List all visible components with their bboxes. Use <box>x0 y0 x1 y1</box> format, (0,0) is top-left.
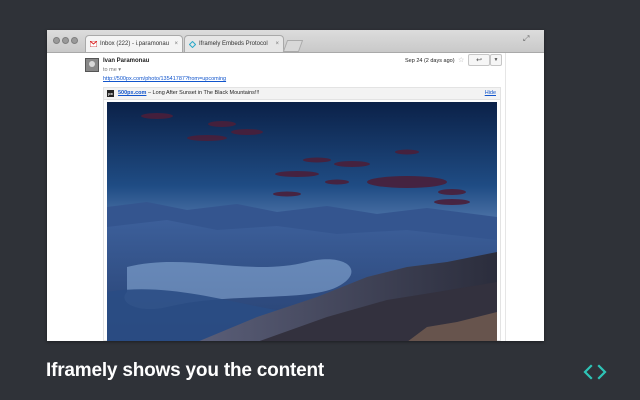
embed-header: px 500px.com – Long After Sunset in The … <box>104 88 500 100</box>
promo-caption: Iframely shows you the content <box>46 360 324 381</box>
tab-label: Inbox (222) - i.paramonau <box>100 41 170 47</box>
chevron-down-icon: ▼ <box>493 57 499 63</box>
tab-label: Iframely Embeds Protocol <box>199 41 268 47</box>
browser-window: Inbox (222) - i.paramonau × Iframely Emb… <box>47 30 544 341</box>
iframely-logo-icon <box>583 364 607 380</box>
tab-gmail-inbox[interactable]: Inbox (222) - i.paramonau × <box>85 35 183 52</box>
more-options-button[interactable]: ▼ <box>490 54 502 66</box>
recipient-line[interactable]: to me ▾ <box>103 67 121 73</box>
close-tab-icon[interactable]: × <box>174 36 178 52</box>
photo-link[interactable]: http://500px.com/photo/13541787?from=upc… <box>103 76 226 82</box>
new-tab-button[interactable] <box>282 40 304 52</box>
minimize-window-icon[interactable] <box>62 37 69 44</box>
500px-icon: px <box>107 90 114 97</box>
zoom-window-icon[interactable] <box>71 37 78 44</box>
reply-icon: ↩ <box>476 57 482 64</box>
hide-embed-link[interactable]: Hide <box>485 90 496 96</box>
tab-strip: Inbox (222) - i.paramonau × Iframely Emb… <box>47 30 544 53</box>
close-window-icon[interactable] <box>53 37 60 44</box>
gmail-icon <box>89 40 98 48</box>
star-icon[interactable]: ☆ <box>458 56 464 64</box>
sender-name: Ivan Paramonau <box>103 58 150 64</box>
tab-iframely-embeds[interactable]: Iframely Embeds Protocol × <box>184 35 284 52</box>
chevron-down-icon[interactable]: ▾ <box>118 67 121 73</box>
iframely-embed: px 500px.com – Long After Sunset in The … <box>103 87 501 341</box>
avatar <box>85 58 99 72</box>
embed-title: 500px.com – Long After Sunset in The Bla… <box>118 90 260 96</box>
scrollbar-track[interactable] <box>505 53 506 341</box>
close-tab-icon[interactable]: × <box>275 36 279 52</box>
resize-icon[interactable]: ⤢ <box>523 34 529 44</box>
embed-source-link[interactable]: 500px.com <box>118 90 146 96</box>
iframely-icon <box>188 40 197 49</box>
message-date: Sep 24 (2 days ago) <box>405 58 455 64</box>
reply-button[interactable]: ↩ <box>468 54 490 66</box>
gmail-message-view: Ivan Paramonau to me ▾ Sep 24 (2 days ag… <box>47 53 544 341</box>
embedded-photo[interactable] <box>107 102 497 341</box>
